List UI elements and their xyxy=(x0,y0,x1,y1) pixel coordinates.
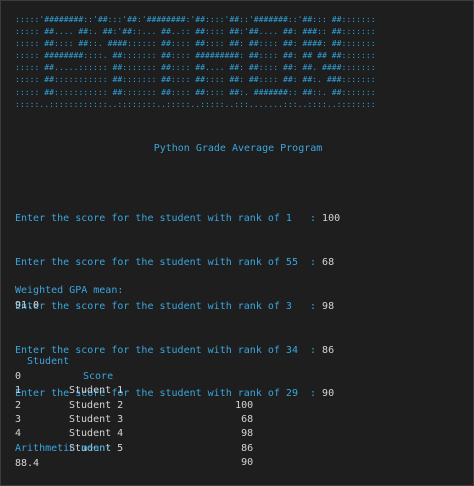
weighted-mean-label: Weighted GPA mean: xyxy=(15,285,124,296)
prompt-line: Enter the score for the student with ran… xyxy=(15,300,340,315)
terminal-window: :::::'########::'##:::'##:'########:'##:… xyxy=(0,0,474,486)
scores-table: Student Score 0 Student 1 100 1 Student … xyxy=(15,341,253,468)
banner-line: ::::: ##::::::::::: ##::::::: ##:::: ##:… xyxy=(15,74,376,85)
prompt-line: Enter the score for the student with ran… xyxy=(15,256,340,271)
banner-line: ::::: ##.....:::::: ##::::::: ##:::: ##.… xyxy=(15,62,376,73)
banner-line: :::::'########::'##:::'##:'########:'##:… xyxy=(15,14,376,24)
prompt-answer: 98 xyxy=(322,300,335,312)
student-name: Student 4 xyxy=(69,428,124,440)
score-prompts: Enter the score for the student with ran… xyxy=(15,183,340,431)
arithmetic-mean-label: Arithmetic mean: xyxy=(15,443,112,454)
student-score: 90 xyxy=(241,457,254,469)
score-column-header: Score xyxy=(83,370,114,382)
banner-line: ::::: ########::::. ##::::::: ##:::: ###… xyxy=(15,50,376,61)
prompt-answer: 100 xyxy=(322,213,341,225)
prompt-question: Enter the score for the student with ran… xyxy=(15,388,323,400)
student-score: 100 xyxy=(235,399,254,411)
prompt-answer: 90 xyxy=(322,388,335,400)
student-name: Student 3 xyxy=(69,413,124,425)
prompt-answer: 86 xyxy=(322,344,335,356)
prompt-question: Enter the score for the student with ran… xyxy=(15,344,323,356)
banner-line: :::::..::::::::::::..::::::::..:::::..::… xyxy=(15,98,376,109)
student-name: Student 2 xyxy=(69,399,124,411)
student-score: 68 xyxy=(241,414,254,425)
weighted-mean-value: 91.0 xyxy=(15,300,40,311)
banner-line: ::::: ##::::::::::: ##::::::: ##:::: ##:… xyxy=(15,86,376,97)
banner-line: ::::: ##:::: ##::. ####:::::: ##:::: ##:… xyxy=(15,38,376,49)
table-row: 0 Student 1 100 xyxy=(15,355,253,411)
program-title: Python Grade Average Program xyxy=(153,143,323,154)
arithmetic-mean-value: 88.4 xyxy=(15,458,40,469)
prompt-line: Enter the score for the student with ran… xyxy=(15,387,340,402)
prompt-question: Enter the score for the student with ran… xyxy=(15,256,323,268)
table-row: 4 Student 5 90 xyxy=(15,413,253,468)
table-row: 1 Student 2 68 xyxy=(15,370,253,425)
table-row: 3 Student 4 86 xyxy=(15,399,253,454)
student-name: Student 1 xyxy=(69,385,124,397)
table-row: 2 Student 3 98 xyxy=(15,384,253,440)
banner-line: ::::: ##.... ##:. ##:'##::... ##..:: ##:… xyxy=(15,26,376,37)
ascii-art-banner: :::::'########::'##:::'##:'########:'##:… xyxy=(15,13,376,110)
row-index: 4 xyxy=(15,428,22,440)
prompt-question: Enter the score for the student with ran… xyxy=(15,300,323,312)
prompt-answer: 68 xyxy=(322,256,335,268)
table-header: Student Score xyxy=(15,341,113,381)
student-score: 98 xyxy=(241,428,254,440)
student-score: 86 xyxy=(241,442,254,454)
prompt-line: Enter the score for the student with ran… xyxy=(15,212,340,227)
prompt-question: Enter the score for the student with ran… xyxy=(15,213,323,225)
